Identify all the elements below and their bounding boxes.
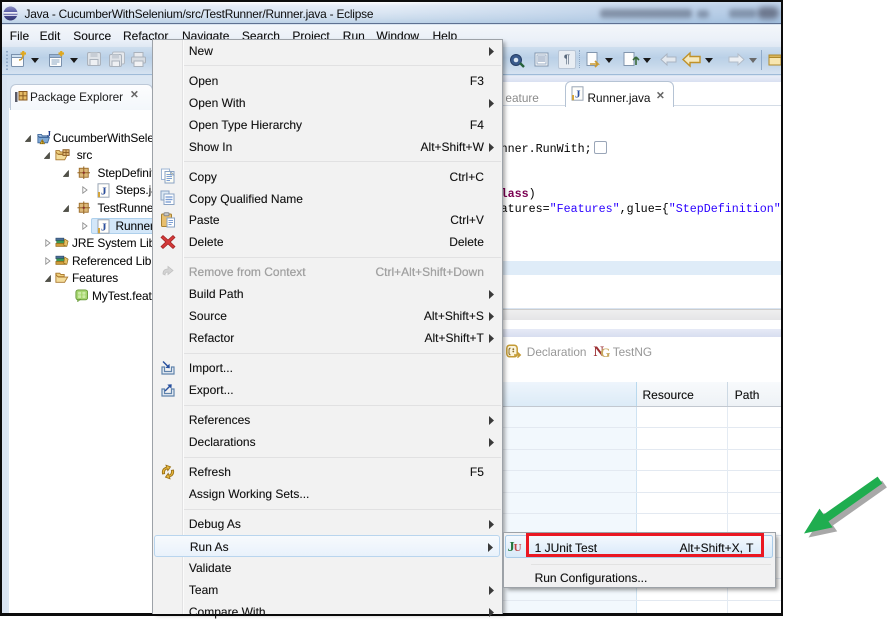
svg-text:J: J	[575, 89, 581, 101]
svg-text:!: !	[41, 139, 42, 144]
svg-text:J: J	[101, 186, 107, 198]
svg-text:J: J	[101, 221, 107, 233]
svg-text:J: J	[46, 131, 50, 139]
svg-text:G: G	[600, 345, 610, 360]
